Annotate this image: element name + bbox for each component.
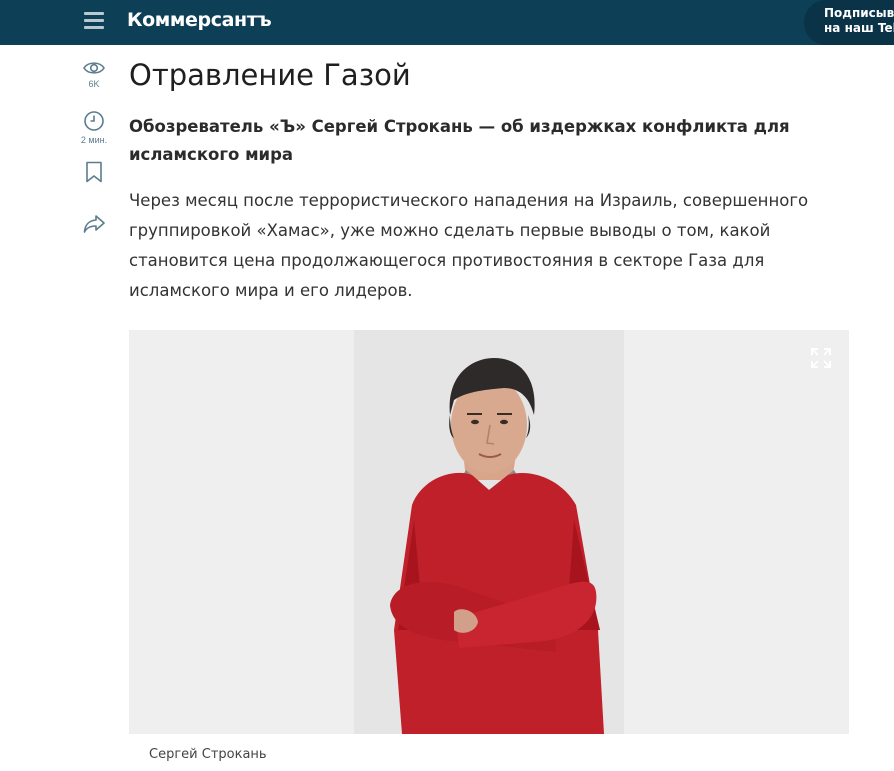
bookmark-button[interactable]: [70, 161, 118, 183]
share-button[interactable]: [70, 214, 118, 234]
views-count: 6K: [88, 79, 100, 89]
subscribe-line-1: Подписыва: [824, 6, 894, 20]
site-logo[interactable]: Коммерсантъ: [127, 9, 272, 31]
article-photo: [129, 330, 849, 734]
read-time: 2 мин.: [70, 110, 118, 145]
clock-icon: [84, 111, 104, 131]
expand-icon: [811, 348, 831, 368]
read-time-label: 2 мин.: [80, 135, 108, 145]
views-counter: 6K: [70, 60, 118, 89]
photo-caption: Сергей Строкань: [149, 747, 267, 762]
author-portrait-image: [354, 330, 624, 734]
article-lead: Обозреватель «Ъ» Сергей Строкань — об из…: [129, 117, 790, 164]
subscribe-line-2: на наш Tele: [824, 21, 894, 35]
bookmark-icon: [86, 161, 102, 183]
top-bar: Коммерсантъ Подписыва на наш Tele: [0, 0, 894, 45]
photo-expand-button[interactable]: [810, 347, 832, 369]
article-body: Через месяц после террористического напа…: [129, 191, 809, 300]
share-icon: [83, 215, 105, 233]
article-title: Отравление Газой: [129, 58, 411, 92]
eye-icon: [83, 62, 105, 74]
hamburger-icon[interactable]: [84, 11, 104, 29]
subscribe-telegram-button[interactable]: Подписыва на наш Tele: [804, 0, 894, 45]
